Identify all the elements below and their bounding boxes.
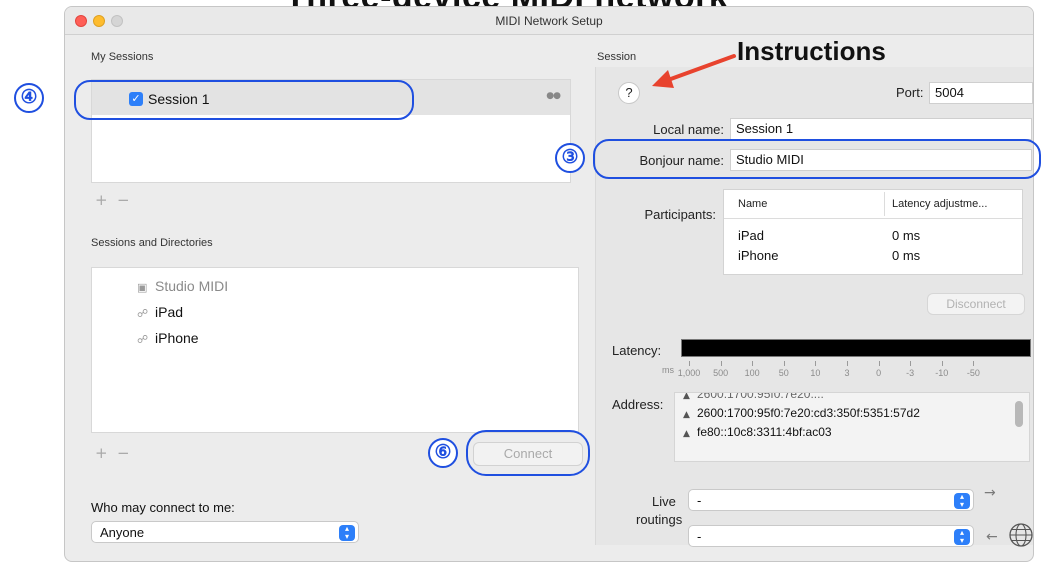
participant-latency[interactable]: 0 ms [892,248,920,263]
local-name-label: Local name: [653,122,724,137]
latency-tick [941,361,943,366]
directory-item[interactable]: ☍ iPhone [137,330,199,346]
instructions-label: Instructions [737,36,886,66]
latency-tick-label: -3 [906,368,915,378]
header-separator [724,218,1022,219]
participants-header-latency[interactable]: Latency adjustme... [892,198,987,210]
remove-directory-button[interactable]: − [117,444,130,462]
routing-output-value: - [697,529,702,544]
local-name-field[interactable]: Session 1 [730,118,1032,140]
arrow-left-icon: ← [986,529,998,545]
participant-name[interactable]: iPhone [738,248,778,263]
who-may-connect-value: Anyone [100,525,145,540]
routings-label: routings [636,512,683,527]
latency-tick-label: 100 [744,368,760,378]
annotation-highlight-session [74,80,414,120]
participant-latency[interactable]: 0 ms [892,228,920,243]
who-may-connect-label: Who may connect to me: [91,500,235,515]
directory-item[interactable]: ▣ Studio MIDI [137,278,228,294]
latency-unit-label: ms [662,365,674,375]
latency-tick-label: 500 [713,368,729,378]
latency-tick-label: -10 [935,368,949,378]
header-divider [884,192,885,216]
latency-tick-label: 0 [876,368,882,378]
routing-input-select[interactable]: - ▴ ▾ [688,489,974,511]
latency-meter [681,339,1031,357]
add-directory-button[interactable]: + [95,444,108,462]
annotation-highlight-connect [466,430,590,476]
session-heading: Session [597,51,637,63]
red-arrow-icon [652,54,736,88]
latency-tick [752,361,754,366]
wifi-icon: ▲ [683,392,690,401]
address-item: ▲ 2600:1700:95f0:7e20:... [683,392,824,401]
participant-name[interactable]: iPad [738,228,764,243]
address-label: Address: [612,397,664,412]
network-device-icon: ☍ [137,333,149,346]
latency-tick [815,361,817,366]
chevron-updown-icon: ▴ ▾ [339,525,355,541]
chevron-updown-icon: ▴ ▾ [954,493,970,509]
participants-icon: ●● [546,91,561,101]
latency-tick-label: 10 [810,368,821,378]
port-field[interactable]: 5004 [929,82,1033,104]
latency-tick [878,361,880,366]
my-sessions-heading: My Sessions [91,51,154,63]
remove-session-button[interactable]: − [117,191,130,209]
latency-tick [720,361,722,366]
annotation-number-3: ③ [555,143,585,173]
latency-tick-label: 50 [778,368,789,378]
directory-item[interactable]: ☍ iPad [137,304,183,320]
latency-tick [783,361,785,366]
address-item: ▲ 2600:1700:95f0:7e20:cd3:350f:5351:57d2 [683,406,920,420]
disconnect-button[interactable]: Disconnect [927,293,1025,315]
address-scrollbar[interactable] [1015,401,1023,427]
annotation-number-6: ⑥ [428,438,458,468]
annotation-highlight-bonjour [593,139,1041,179]
routing-output-select[interactable]: - ▴ ▾ [688,525,974,547]
participants-table: Name Latency adjustme... iPad 0 ms iPhon… [723,189,1023,275]
annotation-number-4: ④ [14,83,44,113]
latency-tick [973,361,975,366]
computer-icon: ▣ [137,281,148,294]
participants-label: Participants: [644,207,716,222]
port-label: Port: [896,85,924,100]
latency-tick [910,361,912,366]
window-titlebar: MIDI Network Setup [65,7,1033,35]
latency-label: Latency: [612,343,662,358]
address-list[interactable]: ▲ 2600:1700:95f0:7e20:... ▲ 2600:1700:95f0… [674,392,1030,462]
routing-input-value: - [697,493,702,508]
latency-tick-label: -50 [966,368,980,378]
participants-header-name[interactable]: Name [738,198,767,210]
latency-tick [689,361,690,366]
latency-tick-label: 3 [844,368,850,378]
chevron-updown-icon: ▴ ▾ [954,529,970,545]
who-may-connect-select[interactable]: Anyone ▴ ▾ [91,521,359,543]
help-button[interactable]: ? [618,82,640,104]
window-title: MIDI Network Setup [495,14,603,28]
globe-icon [1009,523,1033,547]
wifi-icon: ▲ [683,429,690,439]
latency-tick-label: 1,000 [677,368,701,378]
network-device-icon: ☍ [137,307,149,320]
arrow-right-icon: → [984,485,996,501]
latency-tick [847,361,848,366]
address-item: ▲ fe80::10c8:3311:4bf:ac03 [683,425,832,439]
directories-heading: Sessions and Directories [91,237,213,249]
live-label: Live [652,494,676,509]
directories-list: ▣ Studio MIDI ☍ iPad ☍ iPhone [91,267,579,433]
add-session-button[interactable]: + [95,191,108,209]
wifi-icon: ▲ [683,410,690,420]
